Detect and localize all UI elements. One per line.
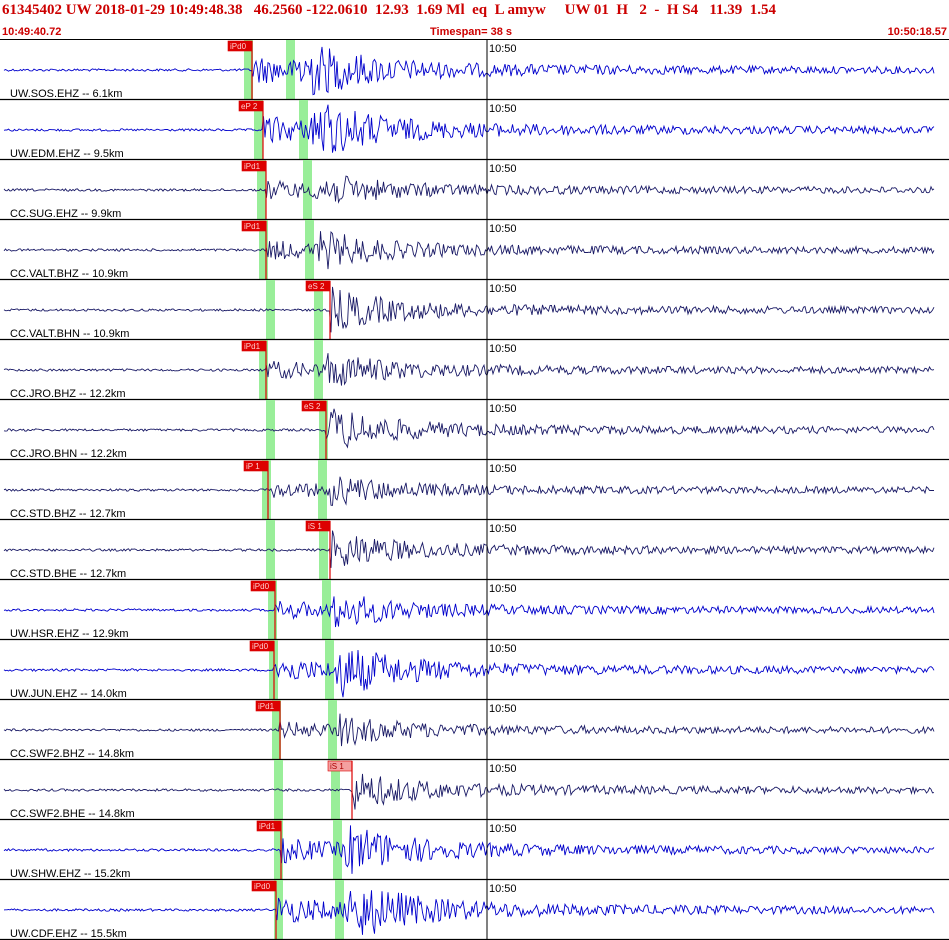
pick-label: iPd0 (230, 42, 247, 51)
trace-row: 10:50 iPd1 UW.SHW.EHZ -- 15.2km (0, 820, 949, 881)
pick-label: iPd0 (254, 882, 271, 891)
pick-label: iS 1 (308, 522, 322, 531)
pick-label: iPd1 (244, 342, 261, 351)
minute-label: 10:50 (489, 823, 517, 835)
pick-label: iPd1 (258, 702, 275, 711)
minute-label: 10:50 (489, 523, 517, 535)
station-label: UW.JUN.EHZ -- 14.0km (10, 688, 127, 700)
pick-label: iPd1 (244, 222, 261, 231)
waveform (3, 286, 935, 333)
waveform (3, 175, 935, 204)
station-label: CC.VALT.BHZ -- 10.9km (10, 268, 128, 280)
minute-label: 10:50 (489, 763, 517, 775)
station-label: CC.JRO.BHN -- 12.2km (10, 448, 127, 460)
trace-row: 10:50 iPd1 CC.SUG.EHZ -- 9.9km (0, 160, 949, 221)
waveform (3, 104, 935, 153)
waveform (3, 530, 935, 568)
trace-row: 10:50 iPd0 UW.JUN.EHZ -- 14.0km (0, 640, 949, 701)
header: 61345402 UW 2018-01-29 10:49:48.38 46.25… (0, 0, 949, 40)
waveform (3, 46, 935, 96)
pick-label: eS 2 (308, 282, 325, 291)
waveform (3, 825, 935, 874)
predicted-s-band (314, 340, 323, 400)
trace-row: 10:50 iPd0 UW.CDF.EHZ -- 15.5km (0, 880, 949, 940)
station-label: CC.VALT.BHN -- 10.9km (10, 328, 129, 340)
trace-row: 10:50 iPd0 UW.SOS.EHZ -- 6.1km (0, 40, 949, 101)
trace-row: 10:50 eP 2 UW.EDM.EHZ -- 9.5km (0, 100, 949, 161)
waveform (3, 353, 935, 386)
station-label: CC.SWF2.BHE -- 14.8km (10, 808, 135, 820)
waveform (3, 649, 935, 698)
minute-label: 10:50 (489, 343, 517, 355)
waveform (3, 773, 935, 810)
minute-label: 10:50 (489, 43, 517, 55)
timespan-label: Timespan= 38 s (430, 26, 513, 38)
station-label: CC.JRO.BHZ -- 12.2km (10, 388, 126, 400)
pick-label: iPd0 (253, 582, 270, 591)
minute-label: 10:50 (489, 283, 517, 295)
station-label: UW.SOS.EHZ -- 6.1km (10, 88, 122, 100)
pick-label: iS 1 (330, 762, 344, 771)
trace-row: 10:50 iPd1 CC.VALT.BHZ -- 10.9km (0, 220, 949, 281)
event-summary: 61345402 UW 2018-01-29 10:49:48.38 46.25… (2, 2, 777, 18)
waveform (3, 890, 935, 935)
predicted-s-band (286, 40, 295, 100)
trace-row: 10:50 iS 1 CC.SWF2.BHE -- 14.8km (0, 760, 949, 821)
station-label: CC.SWF2.BHZ -- 14.8km (10, 748, 134, 760)
station-label: CC.STD.BHE -- 12.7km (10, 568, 126, 580)
minute-label: 10:50 (489, 583, 517, 595)
pick-label: iP 1 (246, 462, 260, 471)
waveform (3, 713, 935, 747)
waveform (3, 476, 934, 506)
minute-label: 10:50 (489, 163, 517, 175)
trace-row: 10:50 eS 2 CC.VALT.BHN -- 10.9km (0, 280, 949, 341)
minute-label: 10:50 (489, 883, 517, 895)
minute-label: 10:50 (489, 223, 517, 235)
pick-label: iPd1 (259, 822, 276, 831)
pick-label: iPd0 (252, 642, 269, 651)
waveform (3, 596, 935, 628)
station-label: UW.EDM.EHZ -- 9.5km (10, 148, 124, 160)
trace-row: 10:50 iP 1 CC.STD.BHZ -- 12.7km (0, 460, 949, 521)
station-label: UW.SHW.EHZ -- 15.2km (10, 868, 130, 880)
waveform (3, 408, 935, 449)
minute-label: 10:50 (489, 463, 517, 475)
station-label: UW.HSR.EHZ -- 12.9km (10, 628, 129, 640)
trace-row: 10:50 iS 1 CC.STD.BHE -- 12.7km (0, 520, 949, 581)
trace-row: 10:50 iPd0 UW.HSR.EHZ -- 12.9km (0, 580, 949, 641)
predicted-s-band (325, 640, 334, 700)
window-start-time: 10:49:40.72 (2, 26, 62, 38)
waveform (3, 230, 935, 270)
minute-label: 10:50 (489, 103, 517, 115)
predicted-s-band (322, 580, 331, 640)
seismogram-panel: 10:50 iPd0 UW.SOS.EHZ -- 6.1km 10:50 eP 2 UW.… (0, 40, 949, 940)
minute-label: 10:50 (489, 703, 517, 715)
trace-row: 10:50 iPd1 CC.JRO.BHZ -- 12.2km (0, 340, 949, 401)
minute-label: 10:50 (489, 643, 517, 655)
minute-label: 10:50 (489, 403, 517, 415)
window-end-time: 10:50:18.57 (887, 26, 947, 38)
pick-label: eP 2 (241, 102, 258, 111)
pick-label: eS 2 (304, 402, 321, 411)
station-label: UW.CDF.EHZ -- 15.5km (10, 928, 127, 940)
station-label: CC.STD.BHZ -- 12.7km (10, 508, 126, 520)
station-label: CC.SUG.EHZ -- 9.9km (10, 208, 121, 220)
pick-label: iPd1 (244, 162, 261, 171)
trace-row: 10:50 iPd1 CC.SWF2.BHZ -- 14.8km (0, 700, 949, 761)
trace-row: 10:50 eS 2 CC.JRO.BHN -- 12.2km (0, 400, 949, 461)
